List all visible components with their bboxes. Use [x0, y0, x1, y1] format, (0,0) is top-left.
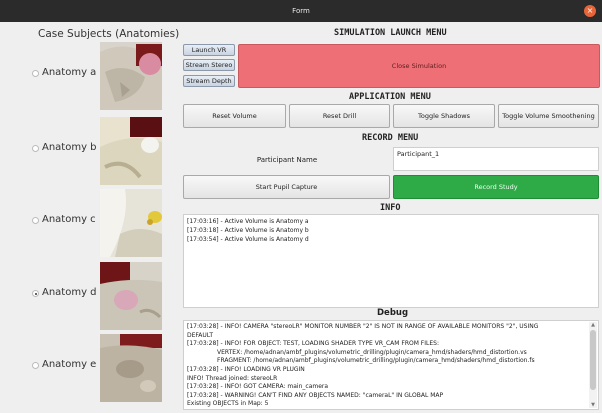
debug-title: Debug — [377, 308, 409, 318]
start-pupil-capture-button[interactable]: Start Pupil Capture — [183, 175, 390, 199]
anatomies-title: Case Subjects (Anatomies) — [38, 28, 180, 40]
anatomy-e-radio[interactable] — [32, 362, 39, 369]
reset-volume-button[interactable]: Reset Volume — [183, 104, 286, 128]
anatomy-d-thumbnail[interactable] — [100, 262, 162, 330]
debug-log[interactable]: [17:03:28] - INFO! CAMERA "stereoLR" MON… — [183, 320, 599, 410]
debug-log-line: FRAGMENT: /home/adnan/ambf_plugins/volum… — [217, 357, 535, 365]
info-log-line: [17:03:16] - Active Volume is Anatomy a — [187, 218, 309, 225]
info-log[interactable]: [17:03:16] - Active Volume is Anatomy a … — [183, 214, 599, 308]
anatomy-option-c[interactable]: Anatomy c — [32, 189, 162, 257]
record-study-button[interactable]: Record Study — [393, 175, 599, 199]
anatomy-a-label: Anatomy a — [42, 67, 97, 78]
debug-log-line: [17:03:28] - INFO! FOR OBJECT: TEST, LOA… — [187, 340, 439, 348]
anatomy-b-thumbnail[interactable] — [100, 117, 162, 185]
anatomy-option-d[interactable]: Anatomy d — [32, 262, 162, 330]
anatomy-d-radio[interactable] — [32, 290, 39, 297]
reset-drill-button[interactable]: Reset Drill — [289, 104, 390, 128]
debug-scrollbar[interactable]: ▲ ▼ — [589, 322, 597, 408]
debug-scroll-thumb[interactable] — [590, 330, 596, 390]
stream-depth-button[interactable]: Stream Depth — [183, 75, 235, 87]
scroll-up-icon[interactable]: ▲ — [590, 322, 596, 328]
debug-log-line: [17:03:28] - INFO! CAMERA "stereoLR" MON… — [187, 323, 539, 330]
close-icon: × — [586, 6, 594, 15]
info-log-line: [17:03:18] - Active Volume is Anatomy b — [187, 227, 309, 234]
anatomy-c-thumbnail[interactable] — [100, 189, 162, 257]
debug-log-line: [17:03:28] - INFO! LOADING VR PLUGIN — [187, 365, 305, 373]
anatomy-a-radio[interactable] — [32, 70, 39, 77]
info-title: INFO — [380, 203, 401, 213]
record-title: RECORD MENU — [362, 133, 419, 143]
anatomy-e-label: Anatomy e — [42, 359, 97, 370]
anatomy-d-label: Anatomy d — [42, 287, 97, 298]
window-close-button[interactable]: × — [584, 5, 596, 17]
anatomy-e-thumbnail[interactable] — [100, 334, 162, 402]
anatomy-c-label: Anatomy c — [42, 214, 96, 225]
close-simulation-button[interactable]: Close Simulation — [238, 44, 600, 88]
info-log-line: [17:03:54] - Active Volume is Anatomy d — [187, 236, 309, 243]
scroll-down-icon[interactable]: ▼ — [590, 402, 596, 408]
toggle-shadows-button[interactable]: Toggle Shadows — [393, 104, 495, 128]
main-window: Case Subjects (Anatomies) Anatomy a Anat… — [0, 22, 602, 413]
simulation-title: SIMULATION LAUNCH MENU — [334, 28, 447, 38]
window-title: Form — [292, 7, 310, 15]
debug-log-line: Existing OBJECTS in Map: 5 — [187, 400, 269, 408]
participant-name-input[interactable]: Participant_1 — [393, 147, 599, 171]
stream-stereo-button[interactable]: Stream Stereo — [183, 59, 235, 71]
toggle-volume-smoothening-button[interactable]: Toggle Volume Smoothening — [498, 104, 599, 128]
debug-log-line: VERTEX: /home/adnan/ambf_plugins/volumet… — [217, 348, 527, 356]
anatomy-option-e[interactable]: Anatomy e — [32, 334, 162, 402]
anatomy-option-b[interactable]: Anatomy b — [32, 117, 162, 185]
anatomy-b-radio[interactable] — [32, 145, 39, 152]
launch-vr-button[interactable]: Launch VR — [183, 44, 235, 56]
debug-log-line: [17:03:28] - INFO! GOT CAMERA: main_came… — [187, 383, 329, 391]
application-title: APPLICATION MENU — [349, 92, 431, 102]
anatomy-a-thumbnail[interactable] — [100, 42, 162, 110]
debug-log-line: [17:03:28] - WARNING! CAN'T FIND ANY OBJ… — [187, 391, 444, 399]
anatomy-option-a[interactable]: Anatomy a — [32, 42, 162, 110]
participant-name-label: Participant Name — [256, 156, 318, 164]
debug-log-line: INFO! Thread joined: stereoLR — [187, 374, 278, 382]
anatomy-b-label: Anatomy b — [42, 142, 97, 153]
debug-log-line: DEFAULT — [187, 331, 213, 339]
anatomy-c-radio[interactable] — [32, 217, 39, 224]
window-titlebar: Form × — [0, 0, 602, 22]
